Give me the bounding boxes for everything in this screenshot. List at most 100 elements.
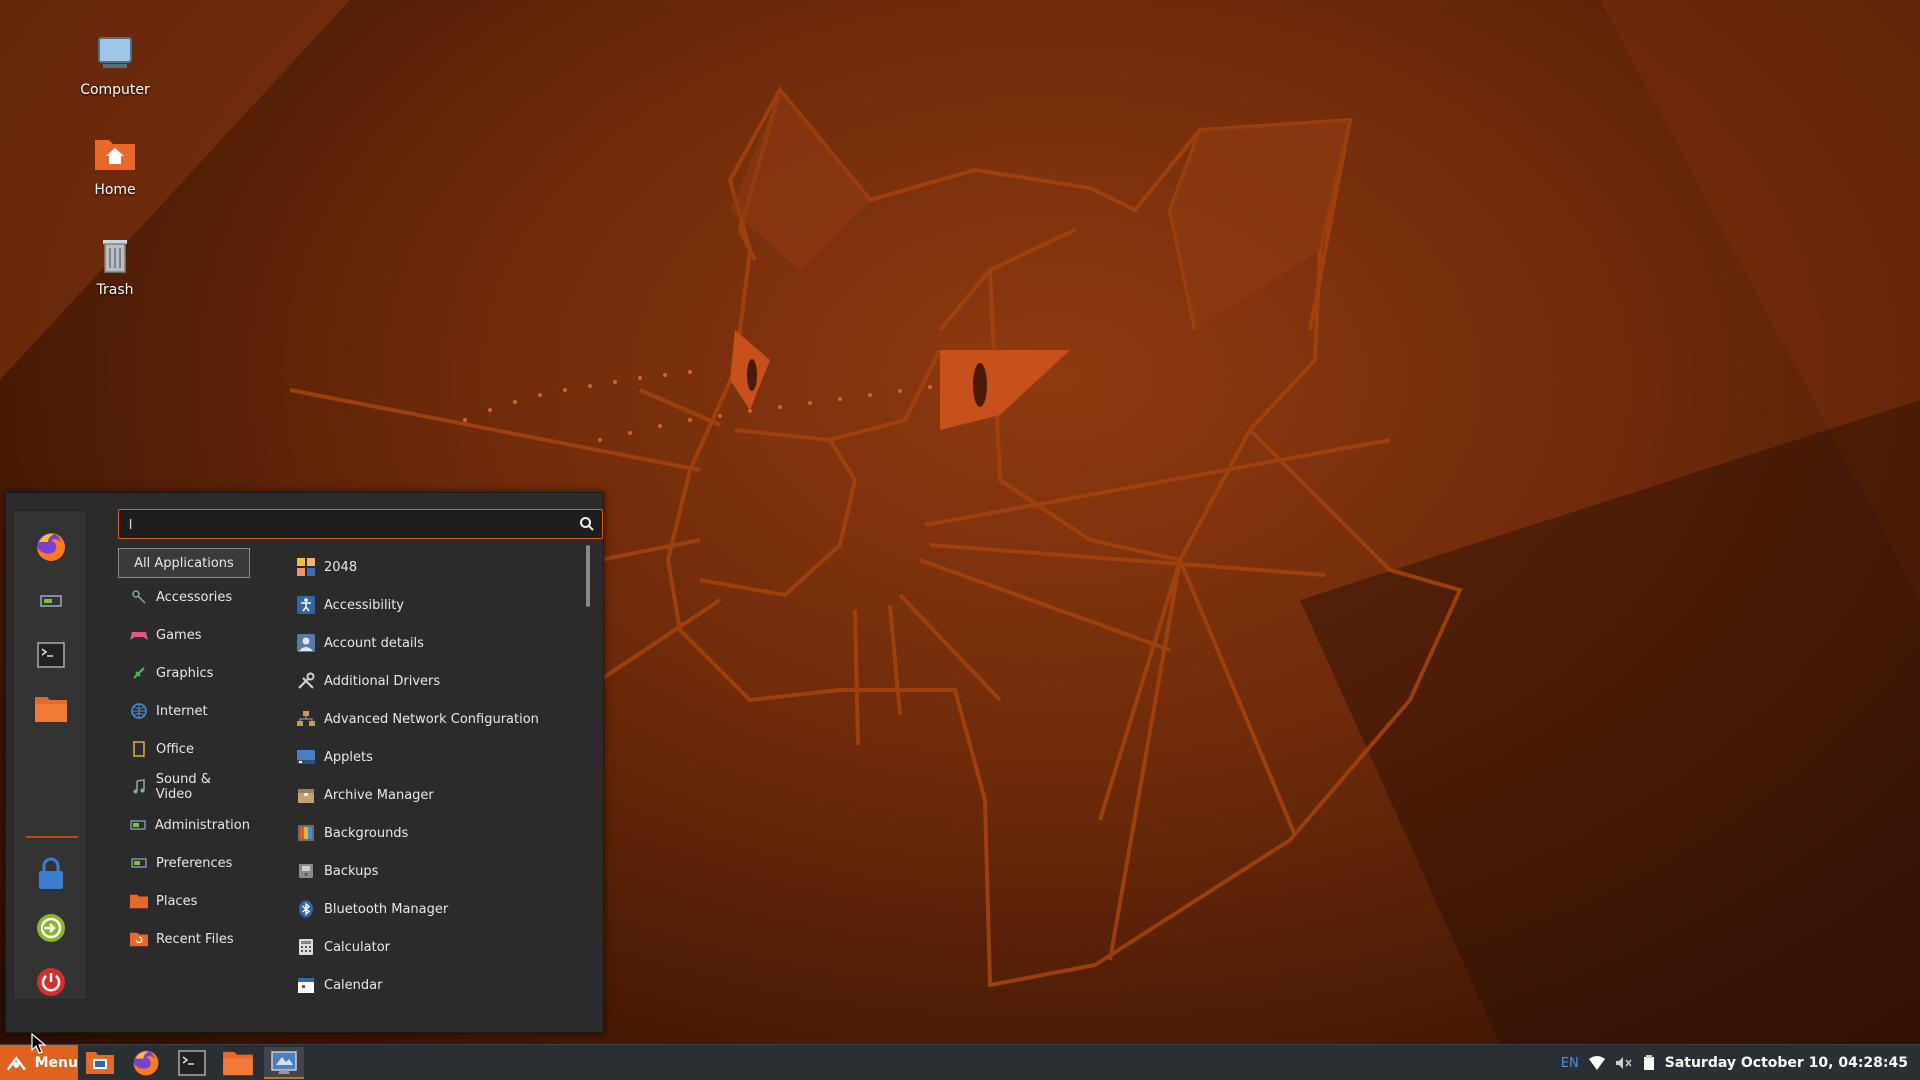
app-account-details[interactable]: Account details [296, 629, 596, 657]
app-label: Archive Manager [324, 787, 434, 803]
menu-search-input[interactable] [118, 509, 603, 539]
category-recent-files[interactable]: Recent Files [118, 924, 250, 954]
category-internet[interactable]: Internet [118, 696, 250, 726]
favorites-sidebar [13, 510, 87, 1000]
shutdown-button[interactable] [32, 963, 70, 1001]
clock[interactable]: Saturday October 10, 04:28:45 [1665, 1055, 1908, 1071]
terminal-launcher[interactable] [172, 1047, 212, 1079]
games-icon [130, 626, 148, 644]
category-label: Office [156, 741, 194, 757]
app-archive-manager[interactable]: Archive Manager [296, 781, 596, 809]
app-applets[interactable]: Applets [296, 743, 596, 771]
app-accessibility[interactable]: Accessibility [296, 591, 596, 619]
network-icon [296, 709, 316, 729]
lock-screen-button[interactable] [32, 855, 70, 893]
home-folder-icon [91, 130, 139, 178]
app-additional-drivers[interactable]: Additional Drivers [296, 667, 596, 695]
favorite-firefox[interactable] [32, 528, 70, 566]
category-label: Internet [156, 703, 208, 719]
recent-files-icon [130, 930, 148, 948]
terminal-icon [178, 1050, 206, 1076]
files-launcher[interactable] [218, 1047, 258, 1079]
category-accessories[interactable]: Accessories [118, 582, 250, 612]
music-note-icon [130, 778, 148, 796]
firefox-launcher[interactable] [126, 1047, 166, 1079]
category-preferences[interactable]: Preferences [118, 848, 250, 878]
app-backgrounds[interactable]: Backgrounds [296, 819, 596, 847]
firefox-icon [37, 533, 65, 561]
calculator-icon [296, 937, 316, 957]
administration-icon [130, 816, 147, 834]
app-bluetooth-manager[interactable]: Bluetooth Manager [296, 895, 596, 923]
category-games[interactable]: Games [118, 620, 250, 650]
category-label: Graphics [156, 665, 214, 681]
category-places[interactable]: Places [118, 886, 250, 916]
app-label: Calendar [324, 977, 383, 993]
category-graphics[interactable]: Graphics [118, 658, 250, 688]
app-label: Backgrounds [324, 825, 409, 841]
firefox-icon [133, 1050, 159, 1076]
system-tray: EN Saturday October 10, 04:28:45 [1561, 1045, 1908, 1080]
favorite-terminal[interactable] [32, 636, 70, 674]
category-label: Sound & Video [155, 772, 211, 802]
clipboard-icon[interactable] [1643, 1055, 1655, 1071]
computer-icon [91, 30, 139, 78]
app-label: Additional Drivers [324, 673, 441, 689]
app-label: Bluetooth Manager [324, 901, 449, 917]
app-backups[interactable]: Backups [296, 857, 596, 885]
category-label: Places [156, 893, 198, 909]
app-label: Backups [324, 863, 379, 879]
shutdown-icon [37, 968, 65, 996]
files-icon [223, 1051, 253, 1076]
favorite-system-settings[interactable] [32, 582, 70, 620]
volume-muted-icon[interactable] [1615, 1056, 1633, 1070]
app-list-scrollbar[interactable] [586, 545, 590, 607]
keyboard-layout-indicator[interactable]: EN [1561, 1056, 1579, 1071]
app-advanced-network-configuration[interactable]: Advanced Network Configuration [296, 705, 596, 733]
app-calculator[interactable]: Calculator [296, 933, 596, 961]
category-administration[interactable]: Administration [118, 810, 250, 840]
archive-icon [296, 785, 316, 805]
wifi-icon[interactable] [1588, 1056, 1605, 1070]
category-label: All Applications [134, 555, 234, 571]
app-label: Accessibility [324, 597, 404, 613]
calendar-icon [296, 975, 316, 995]
category-label: Preferences [156, 855, 233, 871]
category-all-applications[interactable]: All Applications [118, 548, 250, 578]
category-office[interactable]: Office [118, 734, 250, 764]
menu-button-label: Menu [34, 1055, 78, 1071]
show-desktop-icon [86, 1052, 114, 1074]
account-details-icon [296, 633, 316, 653]
show-desktop-launcher[interactable] [80, 1047, 120, 1079]
desktop-icon-label: Computer [80, 82, 150, 98]
applets-icon [296, 747, 316, 767]
screenshot-app-icon [271, 1051, 297, 1074]
taskbar-window-active[interactable] [264, 1047, 304, 1079]
terminal-icon [37, 642, 65, 668]
system-settings-icon [40, 595, 62, 607]
desktop-icon-home[interactable]: Home [60, 130, 170, 198]
accessories-icon [130, 588, 148, 606]
app-label: Account details [324, 635, 424, 651]
category-sound-video[interactable]: Sound & Video [118, 772, 250, 802]
favorite-files[interactable] [32, 690, 70, 728]
logout-button[interactable] [32, 909, 70, 947]
favorites-divider [26, 836, 78, 838]
graphics-icon [130, 664, 148, 682]
app-2048[interactable]: 2048 [296, 553, 596, 581]
app-calendar[interactable]: Calendar [296, 971, 596, 999]
globe-icon [130, 702, 148, 720]
category-label: Administration [154, 817, 250, 833]
app-label: 2048 [324, 559, 358, 575]
office-icon [130, 740, 148, 758]
bluetooth-icon [296, 899, 316, 919]
backups-icon [296, 861, 316, 881]
desktop-icon-label: Home [94, 182, 136, 198]
app-label: Applets [324, 749, 373, 765]
desktop-icon-computer[interactable]: Computer [60, 30, 170, 98]
search-icon[interactable] [579, 516, 595, 532]
accessibility-icon [296, 595, 316, 615]
category-label: Accessories [156, 589, 233, 605]
tools-icon [296, 671, 316, 691]
desktop-icon-trash[interactable]: Trash [60, 230, 170, 298]
